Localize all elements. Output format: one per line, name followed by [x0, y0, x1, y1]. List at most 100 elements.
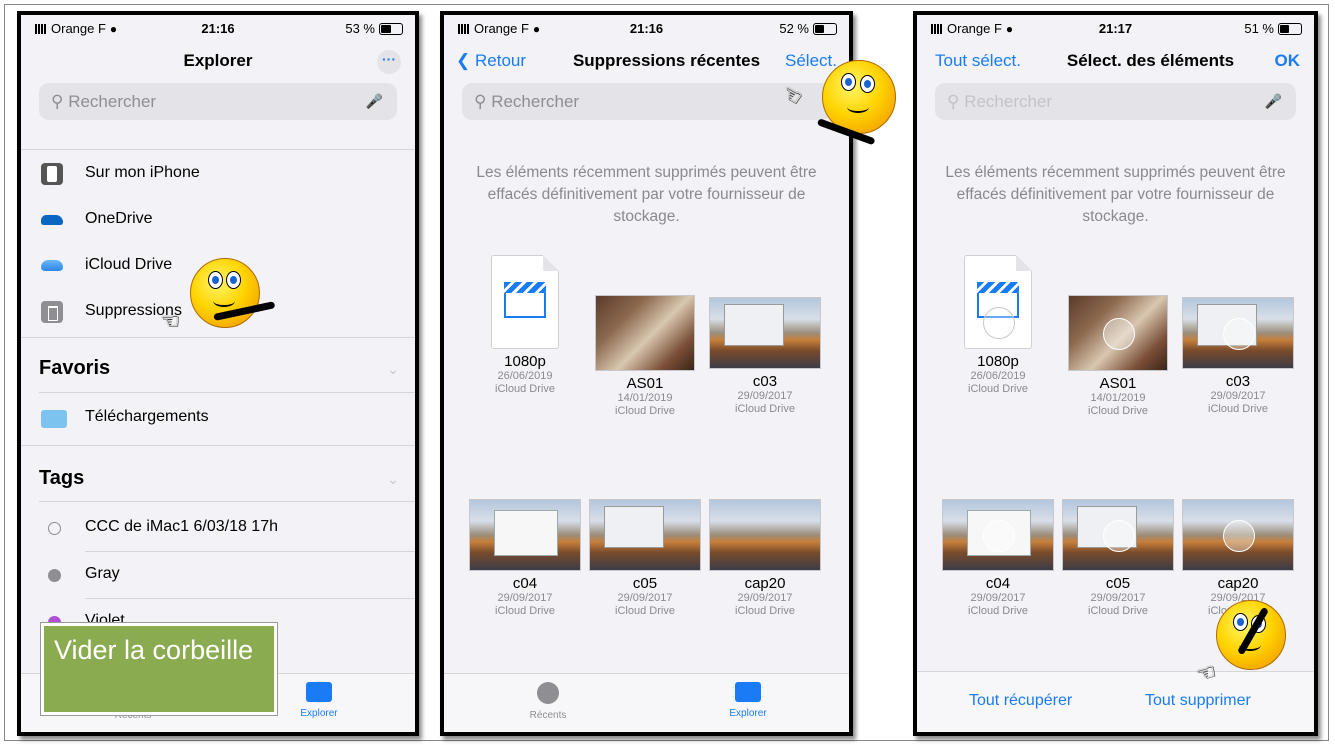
file-name: AS01	[1099, 375, 1137, 392]
file-source: iCloud Drive	[615, 605, 675, 617]
search-input[interactable]: ⚲ Rechercher 🎤	[935, 83, 1296, 120]
battery-percent: 53 %	[345, 21, 375, 36]
file-source: iCloud Drive	[968, 605, 1028, 617]
search-placeholder: Rechercher	[491, 92, 580, 111]
file-date: 29/09/2017	[617, 592, 673, 604]
chevron-down-icon[interactable]: ⌄	[387, 471, 399, 488]
file-item[interactable]: c03 29/09/2017 iCloud Drive	[1179, 255, 1297, 416]
icloud-icon	[41, 260, 63, 271]
file-name: c04	[985, 575, 1011, 592]
selection-circle-icon[interactable]	[983, 307, 1015, 340]
selection-circle-icon[interactable]	[983, 520, 1015, 552]
tab-label: Explorer	[729, 708, 767, 719]
search-input[interactable]: ⚲ Rechercher	[462, 83, 831, 120]
file-name: AS01	[626, 375, 664, 392]
search-placeholder: Rechercher	[68, 92, 157, 111]
file-date: 26/06/2019	[497, 370, 553, 382]
favorite-label: Téléchargements	[85, 408, 209, 425]
file-source: iCloud Drive	[615, 405, 675, 417]
file-item[interactable]: cap20 29/09/2017 iCloud Drive	[1179, 499, 1297, 618]
file-item[interactable]: 1080p 26/06/2019 iCloud Drive	[939, 255, 1057, 396]
file-name: 1080p	[977, 353, 1019, 370]
search-input[interactable]: ⚲ Rechercher 🎤	[39, 83, 397, 120]
selection-circle-icon[interactable]	[1103, 520, 1135, 552]
tag-gray[interactable]: Gray	[21, 552, 415, 598]
selection-circle-icon[interactable]	[1223, 318, 1255, 350]
smiley-mouth	[213, 295, 235, 307]
file-item[interactable]: AS01 14/01/2019 iCloud Drive	[586, 255, 704, 418]
video-file-icon	[964, 255, 1032, 349]
file-date: 29/09/2017	[737, 390, 793, 402]
folder-icon	[735, 682, 761, 702]
screenshot-thumbnail	[469, 499, 581, 571]
file-item[interactable]: 1080p 26/06/2019 iCloud Drive	[466, 255, 584, 396]
tag-ccc[interactable]: CCC de iMac1 6/03/18 17h	[21, 505, 415, 551]
onedrive-icon	[41, 215, 63, 225]
selection-circle-icon[interactable]	[1223, 520, 1255, 552]
file-source: iCloud Drive	[735, 605, 795, 617]
selection-circle-icon[interactable]	[1103, 318, 1135, 350]
file-name: c05	[632, 575, 658, 592]
iphone-icon	[41, 163, 63, 185]
file-item[interactable]: c04 29/09/2017 iCloud Drive	[939, 499, 1057, 618]
battery-level	[381, 24, 391, 33]
photo-thumbnail	[595, 295, 695, 371]
smiley-eye	[226, 271, 241, 289]
tag-label: CCC de iMac1 6/03/18 17h	[85, 518, 278, 535]
file-date: 29/09/2017	[1210, 390, 1266, 402]
battery-icon	[1278, 22, 1302, 35]
nav-bar: Tout sélect. Sélect. des éléments OK	[917, 45, 1314, 79]
deletion-info-message: Les éléments récemment supprimés peuvent…	[476, 164, 817, 225]
tab-recents[interactable]: Récents	[508, 682, 588, 721]
battery-level	[1280, 24, 1289, 33]
file-date: 29/09/2017	[737, 592, 793, 604]
location-label: Sur mon iPhone	[85, 164, 200, 181]
tab-bar: Récents Explorer	[444, 673, 849, 732]
file-item[interactable]: c04 29/09/2017 iCloud Drive	[466, 499, 584, 618]
bottom-action-bar: Tout récupérer Tout supprimer	[917, 671, 1314, 732]
file-item[interactable]: c03 29/09/2017 iCloud Drive	[706, 255, 824, 416]
tab-explorer[interactable]: Explorer	[708, 682, 788, 719]
smiley-eye	[1233, 613, 1248, 631]
smiley-mouth	[847, 101, 869, 113]
battery-percent: 52 %	[779, 21, 809, 36]
more-options-icon[interactable]: ···	[377, 50, 401, 74]
file-date: 14/01/2019	[617, 392, 673, 404]
tab-explorer[interactable]: Explorer	[279, 682, 359, 719]
screenshot-thumbnail	[709, 297, 821, 369]
chevron-down-icon[interactable]: ⌄	[387, 361, 399, 378]
microphone-icon[interactable]: 🎤	[366, 83, 383, 120]
recover-all-button[interactable]: Tout récupérer	[969, 692, 1072, 710]
deletion-info-message: Les éléments récemment supprimés peuvent…	[945, 164, 1286, 225]
search-icon: ⚲	[474, 92, 487, 111]
recent-deletions-screen: Orange F ● 21:16 52 % ❮ Retour Suppressio…	[440, 11, 853, 736]
file-item[interactable]: cap20 29/09/2017 iCloud Drive	[706, 499, 824, 618]
screenshot-thumbnail	[942, 499, 1054, 571]
file-item[interactable]: c05 29/09/2017 iCloud Drive	[586, 499, 704, 618]
file-name: c03	[1225, 373, 1251, 390]
favorites-header: Favoris	[39, 357, 111, 379]
location-onedrive[interactable]: OneDrive	[21, 197, 415, 243]
pointing-hand-icon: ☜	[160, 308, 180, 333]
delete-all-button[interactable]: Tout supprimer	[1145, 692, 1251, 710]
favorite-telechargements[interactable]: Téléchargements	[21, 395, 415, 441]
search-placeholder: Rechercher	[964, 92, 1053, 111]
screenshot-thumbnail	[1062, 499, 1174, 571]
select-button[interactable]: Sélect.	[785, 51, 837, 71]
file-name: c04	[512, 575, 538, 592]
tag-label: Gray	[85, 565, 120, 582]
trash-icon	[41, 301, 63, 323]
file-date: 29/09/2017	[1090, 592, 1146, 604]
file-item[interactable]: c05 29/09/2017 iCloud Drive	[1059, 499, 1177, 618]
screenshot-thumbnail	[709, 499, 821, 571]
location-sur-mon-iphone[interactable]: Sur mon iPhone	[21, 151, 415, 197]
file-item[interactable]: AS01 14/01/2019 iCloud Drive	[1059, 255, 1177, 418]
ok-button[interactable]: OK	[1275, 51, 1301, 71]
microphone-icon: 🎤	[1264, 93, 1282, 109]
chevron-left-icon: ❮	[456, 51, 471, 70]
file-source: iCloud Drive	[1208, 403, 1268, 415]
file-name: c03	[752, 373, 778, 390]
status-bar: Orange F ● 21:17 51 %	[917, 15, 1314, 41]
screenshot-thumbnail	[589, 499, 701, 571]
page-title: Explorer	[183, 51, 253, 70]
